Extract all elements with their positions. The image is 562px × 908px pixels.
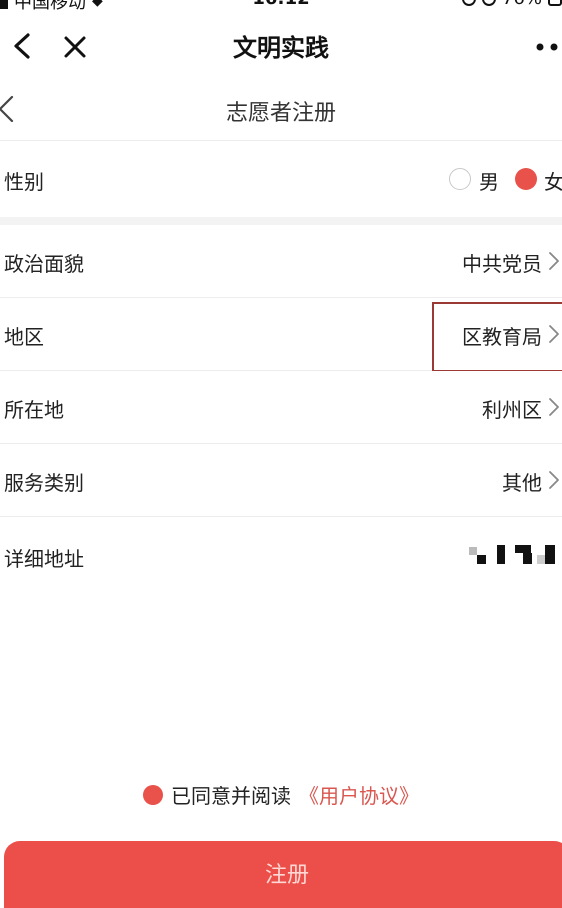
- region-row[interactable]: 地区 区教育局: [0, 298, 562, 371]
- battery-label: 76%: [502, 0, 542, 9]
- alarm-icon: [481, 0, 496, 6]
- status-right: 76%: [461, 0, 562, 9]
- service-category-value: 其他: [502, 471, 542, 495]
- region-value: 区教育局: [462, 325, 542, 349]
- gender-row: 性别 男 女: [0, 141, 562, 217]
- chevron-right-icon: [549, 252, 559, 270]
- agreement-row: 已同意并阅读 《用户协议》: [0, 780, 562, 810]
- political-status-row[interactable]: 政治面貌 中共党员: [0, 225, 562, 298]
- chevron-right-icon: [549, 471, 559, 489]
- screen: 中国移动 ◆ 16:12 76% 文明实践 志愿者注册: [0, 0, 562, 908]
- radio-female-label[interactable]: 女: [544, 166, 562, 195]
- radio-female-icon[interactable]: [515, 168, 537, 190]
- region-label: 地区: [4, 325, 44, 349]
- battery-icon: [548, 0, 562, 6]
- user-agreement-link[interactable]: 《用户协议》: [299, 780, 419, 809]
- political-status-label: 政治面貌: [4, 252, 84, 276]
- service-category-label: 服务类别: [4, 471, 84, 495]
- political-status-value: 中共党员: [462, 252, 542, 276]
- location-label: 所在地: [4, 398, 64, 422]
- detailed-address-row[interactable]: 详细地址: [0, 517, 562, 593]
- register-button[interactable]: 注册: [4, 841, 562, 908]
- gender-label: 性别: [4, 170, 44, 194]
- agreement-text: 已同意并阅读: [171, 784, 291, 808]
- section-divider: [0, 217, 562, 225]
- radio-male-icon[interactable]: [449, 168, 471, 190]
- status-bar: 中国移动 ◆ 16:12 76%: [0, 0, 562, 13]
- service-category-row[interactable]: 服务类别 其他: [0, 444, 562, 517]
- chevron-right-icon: [549, 325, 559, 343]
- app-title: 文明实践: [233, 34, 329, 62]
- detailed-address-label: 详细地址: [4, 547, 84, 571]
- location-row[interactable]: 所在地 利州区: [0, 371, 562, 444]
- location-value: 利州区: [482, 398, 542, 422]
- page-title: 志愿者注册: [225, 101, 336, 126]
- page-header: 志愿者注册: [0, 78, 562, 141]
- app-header: 文明实践: [0, 14, 562, 78]
- chevron-right-icon: [549, 398, 559, 416]
- agree-check-icon[interactable]: [143, 784, 163, 805]
- lock-rotation-icon: [461, 0, 476, 6]
- more-icon[interactable]: [534, 42, 562, 52]
- radio-male-label[interactable]: 男: [479, 166, 499, 195]
